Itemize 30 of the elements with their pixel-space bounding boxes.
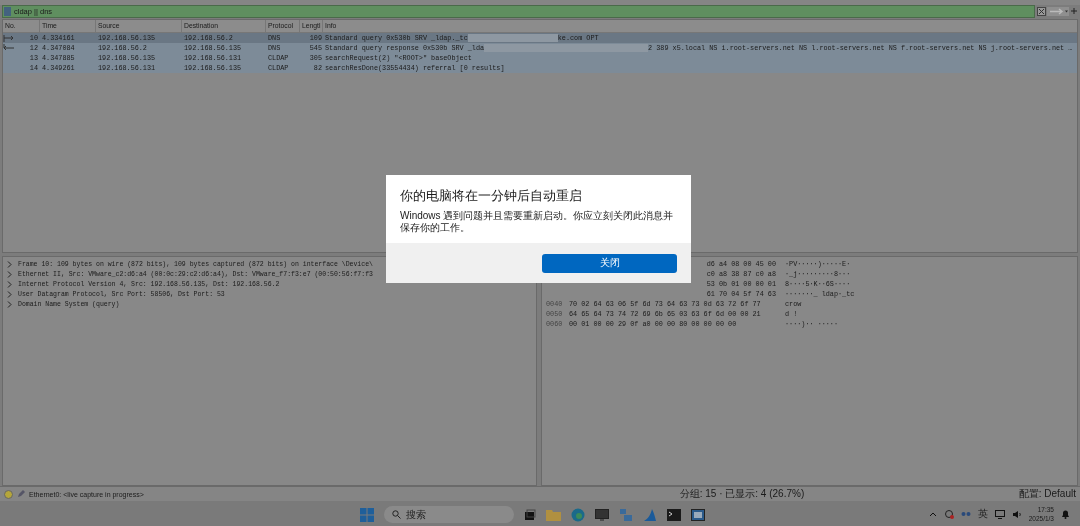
close-button[interactable]: 关闭 <box>542 253 677 273</box>
sync-icon[interactable] <box>943 509 954 519</box>
search-field[interactable]: 搜索 <box>384 506 514 523</box>
pencil-icon[interactable] <box>17 490 25 498</box>
input-method-indicator[interactable]: 英 <box>977 507 988 521</box>
speaker-icon[interactable] <box>1011 509 1022 519</box>
plus-icon[interactable] <box>1070 7 1078 15</box>
search-icon <box>392 510 401 519</box>
clear-icon[interactable] <box>1037 6 1046 16</box>
square-icon[interactable] <box>524 508 536 521</box>
network-icon[interactable] <box>619 507 633 522</box>
monitor-icon[interactable] <box>994 509 1005 519</box>
folder-icon[interactable] <box>546 508 561 521</box>
fin-icon[interactable] <box>643 507 657 522</box>
monitor-icon[interactable] <box>595 508 609 521</box>
swirl-icon[interactable] <box>571 507 585 522</box>
packet-count: 分组: 15 · 已显示: 4 (26.7%) <box>679 487 806 501</box>
dots-icon[interactable] <box>960 510 971 518</box>
window-icon[interactable] <box>691 508 705 521</box>
bell-icon[interactable] <box>1061 509 1070 519</box>
chevron-up-icon[interactable] <box>928 511 937 517</box>
status-led-icon[interactable] <box>4 489 13 499</box>
dialog-title: 你的电脑将在一分钟后自动重启 <box>399 188 583 205</box>
bookmark-icon[interactable] <box>4 6 11 16</box>
terminal-icon[interactable] <box>667 508 681 521</box>
request-marker-icon <box>3 34 15 42</box>
response-marker-icon <box>3 44 15 52</box>
profile-label[interactable]: 配置: Default <box>1018 487 1076 501</box>
dialog-message: Windows 遇到问题并且需要重新启动。你应立刻关闭此消息并保存你的工作。 <box>399 209 675 234</box>
windows-logo-icon[interactable] <box>360 507 374 522</box>
